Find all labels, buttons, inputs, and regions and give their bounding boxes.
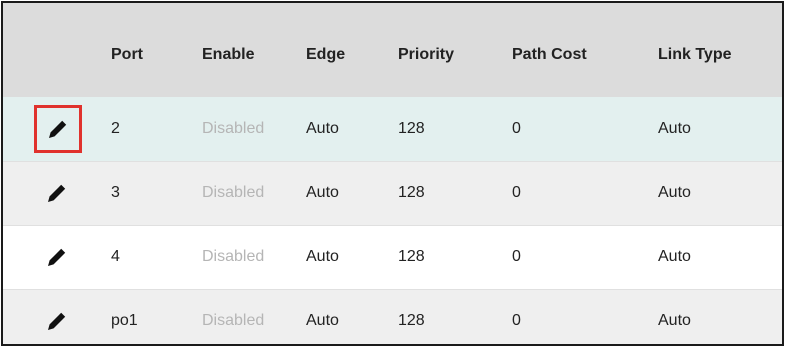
header-edge[interactable]: Edge [306, 3, 398, 97]
edit-cell [3, 161, 111, 225]
priority-cell: 128 [398, 184, 425, 201]
path-cost-cell: 0 [512, 184, 521, 201]
edit-button[interactable] [34, 104, 82, 153]
priority-cell: 128 [398, 119, 425, 137]
link-type-cell: Auto [658, 248, 691, 265]
edit-button[interactable] [35, 237, 79, 277]
header-priority[interactable]: Priority [398, 3, 512, 97]
priority-cell: 128 [398, 248, 425, 265]
enable-cell: Disabled [202, 119, 265, 137]
port-cell: po1 [111, 312, 138, 329]
path-cost-cell: 0 [512, 312, 521, 329]
pencil-icon [48, 184, 66, 202]
table-row[interactable]: 4 Disabled Auto 128 0 Auto [3, 225, 782, 289]
port-settings-table-frame: Port Enable Edge Priority Path Cost Link… [1, 1, 784, 346]
enable-cell: Disabled [202, 248, 265, 265]
edit-button[interactable] [35, 173, 79, 213]
port-settings-table: Port Enable Edge Priority Path Cost Link… [3, 3, 782, 344]
pencil-icon [48, 312, 66, 330]
table-row[interactable]: po1 Disabled Auto 128 0 Auto [3, 289, 782, 344]
table-row[interactable]: 3 Disabled Auto 128 0 Auto [3, 161, 782, 225]
edge-cell: Auto [306, 119, 339, 137]
enable-cell: Disabled [202, 184, 265, 201]
table-header-row: Port Enable Edge Priority Path Cost Link… [3, 3, 782, 97]
port-cell: 3 [111, 184, 120, 201]
path-cost-cell: 0 [512, 119, 521, 137]
pencil-icon [49, 120, 67, 138]
link-type-cell: Auto [658, 184, 691, 201]
header-edit [3, 3, 111, 97]
edit-cell [3, 97, 111, 161]
edge-cell: Auto [306, 184, 339, 201]
path-cost-cell: 0 [512, 248, 521, 265]
table-row[interactable]: 2 Disabled Auto 128 0 Auto [3, 97, 782, 161]
header-path-cost[interactable]: Path Cost [512, 3, 658, 97]
edge-cell: Auto [306, 312, 339, 329]
enable-cell: Disabled [202, 312, 265, 329]
edge-cell: Auto [306, 248, 339, 265]
link-type-cell: Auto [658, 119, 691, 137]
pencil-icon [48, 248, 66, 266]
header-link-type[interactable]: Link Type [658, 3, 782, 97]
port-cell: 2 [111, 119, 120, 137]
link-type-cell: Auto [658, 312, 691, 329]
header-port[interactable]: Port [111, 3, 202, 97]
edit-cell [3, 289, 111, 344]
header-enable[interactable]: Enable [202, 3, 306, 97]
priority-cell: 128 [398, 312, 425, 329]
port-cell: 4 [111, 248, 120, 265]
edit-button[interactable] [35, 301, 79, 341]
edit-cell [3, 225, 111, 289]
